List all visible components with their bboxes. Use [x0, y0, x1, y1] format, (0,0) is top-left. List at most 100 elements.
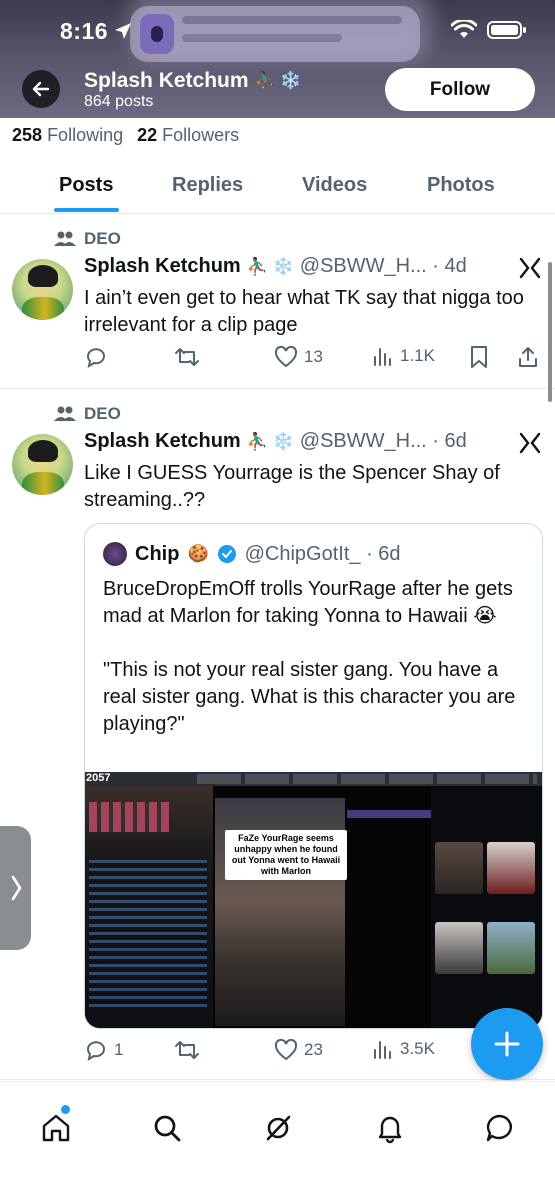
post-header: Splash Ketchum ⛹🏾‍♂️ ❄️ @SBWW_H... · 4d [84, 255, 467, 278]
recommended-thumbnail [435, 922, 483, 974]
post[interactable]: DEO Splash Ketchum ⛹🏾‍♂️ ❄️ @SBWW_H... ·… [0, 215, 555, 389]
post[interactable]: DEO Splash Ketchum ⛹🏾‍♂️ ❄️ @SBWW_H... ·… [0, 390, 555, 1080]
bell-icon [378, 1116, 402, 1144]
views-button[interactable]: 3.5K [372, 1038, 435, 1060]
notification-app-icon [140, 14, 174, 54]
compose-post-button[interactable] [471, 1008, 543, 1080]
notification-text-line [182, 16, 402, 24]
media-stream-count: 2057 [86, 772, 111, 784]
like-count: 13 [304, 347, 323, 366]
nav-search[interactable] [147, 1108, 187, 1148]
recommended-thumbnail [487, 842, 535, 894]
repost-button[interactable] [174, 345, 200, 369]
author-emojis: ⛹🏾‍♂️ ❄️ [246, 256, 294, 276]
quoted-media-screenshot[interactable]: 2057 FaZe YourRage seems unhappy when he… [85, 772, 542, 1028]
post-text: I ain’t even get to hear what TK say tha… [84, 287, 524, 336]
active-tab-indicator [54, 208, 119, 212]
context-label: DEO [84, 229, 121, 248]
reply-icon [87, 1041, 105, 1062]
location-arrow-icon [115, 23, 131, 39]
view-count: 1.1K [400, 346, 435, 365]
browser-tabs [197, 774, 537, 784]
profile-tabs: Posts Replies Videos Photos [0, 160, 555, 214]
following-label: Following [47, 125, 124, 145]
author-name[interactable]: Splash Ketchum [84, 255, 241, 278]
status-time: 8:16 [60, 18, 109, 44]
repost-button[interactable] [174, 1038, 200, 1062]
like-count: 23 [304, 1040, 323, 1059]
avatar[interactable] [12, 259, 73, 320]
verified-badge-icon [217, 545, 236, 563]
x-logo-icon [519, 432, 541, 454]
tab-posts[interactable]: Posts [59, 174, 113, 197]
repost-icon [175, 1041, 199, 1059]
community-people-icon [54, 406, 76, 421]
tab-replies[interactable]: Replies [172, 174, 243, 197]
post-header: Splash Ketchum ⛹🏾‍♂️ ❄️ @SBWW_H... · 6d [84, 430, 467, 453]
status-icons [451, 20, 527, 40]
following-count: 258 [12, 125, 43, 145]
quoted-post-header: Chip 🍪 @ChipGotIt_ · 6d [103, 542, 401, 566]
reply-button[interactable] [84, 345, 108, 369]
nav-grok[interactable] [258, 1108, 298, 1148]
author-emojis: ⛹🏾‍♂️ ❄️ [246, 431, 294, 451]
scrollbar[interactable] [548, 262, 552, 402]
stream-shelf [89, 802, 169, 832]
search-icon [154, 1115, 181, 1142]
post-actions: 13 1.1K [84, 345, 546, 375]
nav-home[interactable] [36, 1108, 76, 1148]
chevron-right-icon [11, 875, 21, 901]
follow-button[interactable]: Follow [385, 68, 535, 111]
video-caption: FaZe YourRage seems unhappy when he foun… [225, 830, 347, 880]
reply-button[interactable]: 1 [84, 1038, 123, 1062]
views-button[interactable]: 1.1K [372, 345, 435, 367]
like-button[interactable]: 13 [274, 345, 323, 369]
back-button[interactable] [22, 70, 60, 108]
stream-chat-lines [89, 860, 207, 1010]
repost-icon [175, 348, 199, 366]
quoted-text-paragraph: BruceDropEmOff trolls YourRage after he … [103, 578, 513, 627]
home-icon [42, 1114, 70, 1142]
community-people-icon [54, 231, 76, 246]
author-handle-time: @SBWW_H... · 6d [299, 430, 467, 452]
display-name-text: Splash Ketchum [84, 69, 249, 92]
recommended-thumbnail [435, 842, 483, 894]
nav-notifications[interactable] [370, 1108, 410, 1148]
x-logo-icon [519, 257, 541, 279]
post-text: Like I GUESS Yourrage is the Spencer Sha… [84, 462, 500, 511]
view-count: 3.5K [400, 1039, 435, 1058]
battery-icon [487, 21, 526, 39]
like-button[interactable]: 23 [274, 1038, 323, 1062]
views-chart-icon [374, 348, 391, 366]
author-name[interactable]: Splash Ketchum [84, 430, 241, 453]
tab-photos[interactable]: Photos [427, 174, 495, 197]
stream-webcam-chat [85, 786, 213, 1028]
post-context: DEO [54, 229, 121, 249]
views-chart-icon [374, 1041, 391, 1059]
post-context: DEO [54, 404, 121, 424]
reply-count: 1 [114, 1040, 124, 1059]
reply-icon [87, 348, 105, 369]
heart-icon [274, 1038, 298, 1061]
share-button[interactable] [516, 345, 540, 369]
context-label: DEO [84, 404, 121, 423]
quoted-text-paragraph: "This is not your real sister gang. You … [103, 659, 516, 735]
followers-link[interactable]: 22 Followers [137, 125, 239, 146]
plus-icon [494, 1031, 520, 1057]
avatar[interactable] [12, 434, 73, 495]
tab-videos[interactable]: Videos [302, 174, 367, 197]
quoted-author-emoji: 🍪 [187, 544, 209, 563]
quoted-avatar [103, 542, 127, 566]
share-icon [519, 347, 537, 367]
side-panel-handle[interactable] [0, 826, 31, 950]
bookmark-button[interactable] [468, 345, 490, 369]
profile-display-name: Splash Ketchum ⛹🏾‍♂️ ❄️ [84, 69, 302, 93]
follow-stats: 258 Following 22 Followers [12, 125, 239, 146]
bottom-navigation [0, 1081, 555, 1200]
nav-messages[interactable] [480, 1108, 520, 1148]
grok-icon [266, 1115, 291, 1141]
quoted-post[interactable]: Chip 🍪 @ChipGotIt_ · 6d BruceDropEmOff t… [84, 523, 543, 1029]
following-link[interactable]: 258 Following [12, 125, 123, 146]
followers-count: 22 [137, 125, 158, 145]
quoted-handle-time: @ChipGotIt_ · 6d [244, 542, 401, 565]
